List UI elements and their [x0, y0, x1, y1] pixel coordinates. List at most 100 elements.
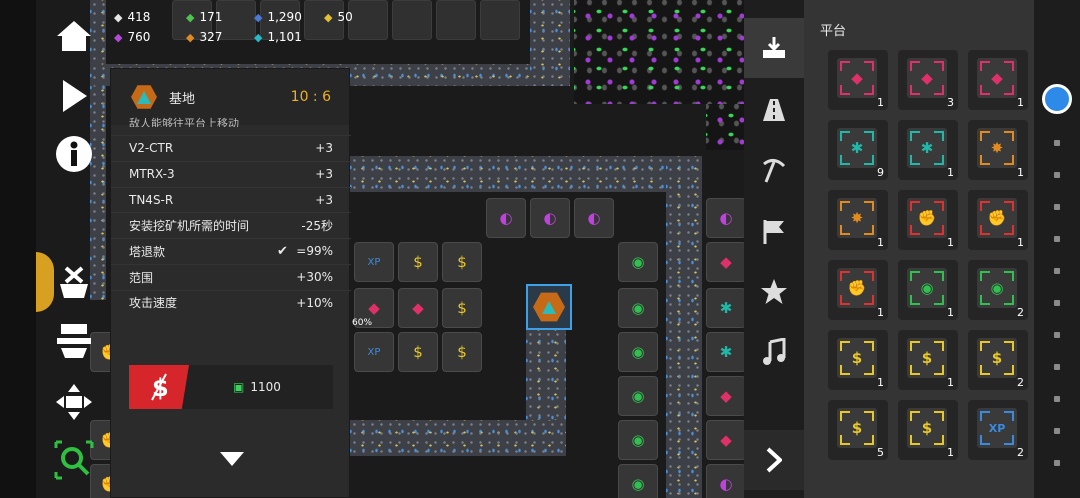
yellow-pentagon-icon: ◆	[324, 10, 333, 24]
tower-purple[interactable]: ◐	[530, 198, 570, 238]
tower-teal[interactable]: ✱	[706, 288, 744, 328]
tile-corner	[910, 341, 920, 351]
tile-corner	[1004, 61, 1014, 71]
scroll-handle[interactable]	[1042, 84, 1072, 114]
tower-gold[interactable]: $	[398, 242, 438, 282]
tower-green[interactable]: ◉	[618, 242, 658, 282]
orange-gem-icon: ◆	[186, 30, 195, 44]
tower-purple[interactable]: ◐	[706, 464, 744, 498]
platform-item[interactable]: ✊ 1	[968, 190, 1028, 250]
tower-gold[interactable]: $	[442, 332, 482, 372]
tile-corner	[980, 131, 990, 141]
left-rail	[0, 0, 36, 498]
tab-flags[interactable]	[744, 202, 804, 262]
tower-xp[interactable]: XP	[354, 242, 394, 282]
tower-gold[interactable]: $	[442, 288, 482, 328]
map-road	[350, 156, 700, 192]
platform-item[interactable]: ✸ 1	[828, 190, 888, 250]
tower-purple[interactable]: ◐	[574, 198, 614, 238]
tower-purple[interactable]: ◐	[706, 198, 744, 238]
play-icon[interactable]	[52, 76, 96, 116]
search-zoom-icon[interactable]	[52, 440, 96, 480]
tower-gold[interactable]: $	[442, 242, 482, 282]
panel-subtitle: 敌人能够往平台上移动	[129, 117, 239, 127]
road-icon	[763, 99, 785, 121]
platform-cell[interactable]	[348, 0, 388, 40]
platform-cell[interactable]	[392, 0, 432, 40]
platform-item[interactable]: ✱ 9	[828, 120, 888, 180]
tower-green[interactable]: ◉	[618, 464, 658, 498]
tower-pink[interactable]: ◆	[706, 242, 744, 282]
scroll-tick	[1054, 236, 1060, 242]
platform-item-count: 2	[1017, 446, 1024, 459]
platform-item[interactable]: ◉ 1	[898, 260, 958, 320]
tile-corner	[840, 295, 850, 305]
tower-purple[interactable]: ◐	[486, 198, 526, 238]
tab-music[interactable]	[744, 322, 804, 382]
tile-corner	[864, 85, 874, 95]
sell-button[interactable]: $	[129, 365, 189, 409]
platform-item[interactable]: ◆ 1	[828, 50, 888, 110]
move-icon[interactable]	[52, 382, 96, 422]
tower-teal[interactable]: ✱	[706, 332, 744, 372]
tile-corner	[910, 365, 920, 375]
platform-cell[interactable]	[480, 0, 520, 40]
platform-item[interactable]: ◆ 1	[968, 50, 1028, 110]
scroll-tick	[1054, 396, 1060, 402]
white-gem-icon: ◆	[114, 10, 123, 24]
tower-pink[interactable]: ◆	[398, 288, 438, 328]
home-icon[interactable]	[52, 16, 96, 56]
platform-item[interactable]: XP 2	[968, 400, 1028, 460]
tower-green[interactable]: ◉	[618, 288, 658, 328]
platform-item[interactable]: $1	[828, 330, 888, 390]
tower-xp[interactable]: XP	[354, 332, 394, 372]
tile-corner	[864, 201, 874, 211]
tower-pink[interactable]: ◆	[706, 420, 744, 460]
tile-corner	[1004, 295, 1014, 305]
platform-item[interactable]: ✊ 1	[828, 260, 888, 320]
tile-corner	[1004, 201, 1014, 211]
tab-platforms[interactable]	[744, 18, 804, 78]
remove-tower-icon[interactable]	[52, 262, 96, 302]
tile-corner	[840, 341, 850, 351]
resource-value: 418	[127, 10, 151, 24]
tile-corner	[934, 365, 944, 375]
platform-item[interactable]: $5	[828, 400, 888, 460]
platform-cell[interactable]	[436, 0, 476, 40]
scroll-tick	[1054, 332, 1060, 338]
map-road	[666, 156, 702, 498]
star-icon	[761, 279, 787, 304]
platform-item[interactable]: $2	[968, 330, 1028, 390]
selected-base-tower[interactable]	[526, 284, 572, 330]
tower-gold[interactable]: $	[398, 332, 438, 372]
tile-corner	[910, 61, 920, 71]
tile-corner	[1004, 131, 1014, 141]
base-hex-icon	[533, 292, 565, 322]
tower-green[interactable]: ◉	[618, 332, 658, 372]
stat-row: V2-CTR +3	[111, 135, 351, 160]
tile-corner	[910, 295, 920, 305]
platform-stack-icon[interactable]	[52, 322, 96, 362]
tile-corner	[864, 341, 874, 351]
platform-item[interactable]: ✱ 1	[898, 120, 958, 180]
tile-corner	[864, 295, 874, 305]
collapse-panel-button[interactable]	[219, 451, 245, 471]
svg-text:$: $	[152, 374, 169, 402]
tab-roads[interactable]	[744, 80, 804, 140]
stat-row: 安装挖矿机所需的时间 -25秒	[111, 212, 351, 237]
platform-item[interactable]: ✸ 1	[968, 120, 1028, 180]
info-icon[interactable]	[52, 134, 96, 174]
tab-favorites[interactable]	[744, 262, 804, 322]
stat-value: +30%	[296, 270, 333, 284]
scroll-tick	[1054, 204, 1060, 210]
platform-item[interactable]: $1	[898, 400, 958, 460]
platform-item[interactable]: ✊ 1	[898, 190, 958, 250]
platform-item[interactable]: ◉ 2	[968, 260, 1028, 320]
platform-item[interactable]: ◆ 3	[898, 50, 958, 110]
tower-pink[interactable]: ◆	[706, 376, 744, 416]
next-page-button[interactable]	[744, 430, 804, 490]
tower-green[interactable]: ◉	[618, 376, 658, 416]
tower-green[interactable]: ◉	[618, 420, 658, 460]
platform-item[interactable]: $1	[898, 330, 958, 390]
tab-mining[interactable]	[744, 142, 804, 202]
